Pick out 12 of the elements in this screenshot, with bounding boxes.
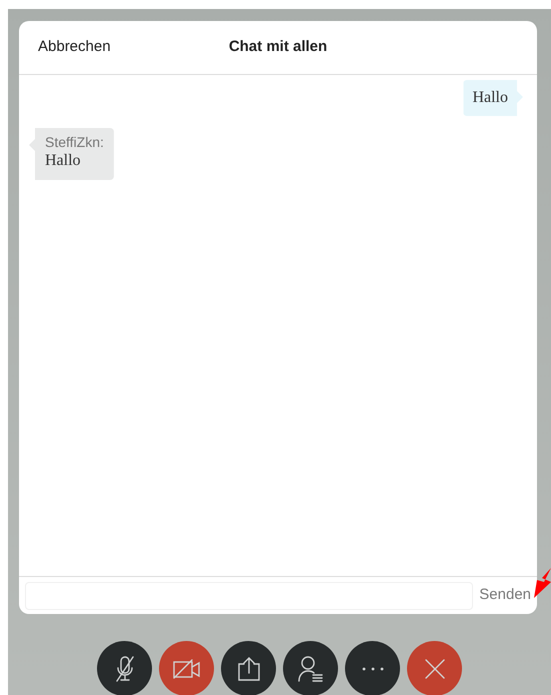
close-icon <box>424 658 446 680</box>
message-text: Hallo <box>45 152 81 169</box>
sender-name: SteffiZkn: <box>45 135 104 150</box>
message-bubble: Hallo <box>463 80 523 116</box>
arrow-icon <box>534 568 551 600</box>
dialog-title: Chat mit allen <box>228 38 328 56</box>
share-icon <box>236 656 262 682</box>
more-icon <box>360 666 384 672</box>
cancel-button[interactable]: Abbrechen <box>38 36 111 59</box>
camera-off-icon <box>172 656 202 680</box>
send-button[interactable]: Senden <box>479 584 531 607</box>
participants-icon <box>296 654 324 682</box>
